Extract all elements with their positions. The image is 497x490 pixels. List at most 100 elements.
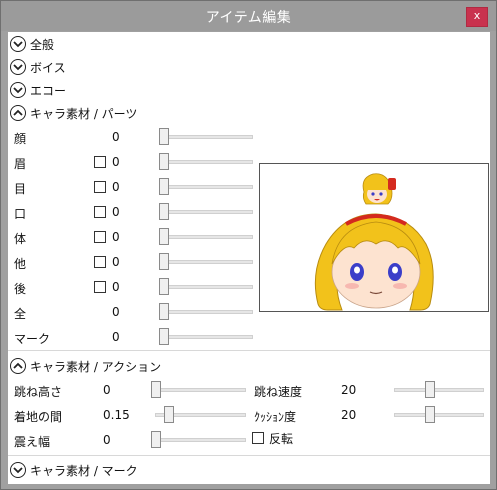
jump-height-value: 0 [103,383,111,397]
landing-label: 着地の間 [14,410,63,424]
part-row-all: 全 0 [8,303,258,325]
cushion-slider-track[interactable] [394,413,484,417]
jump-height-label: 跳ね高さ [14,385,63,399]
part-label: 全 [14,307,27,321]
part-value: 0 [112,205,120,219]
part-slider-track[interactable] [161,235,253,239]
section-parts-label: キャラ素材 / パーツ [30,107,138,121]
invert-row[interactable]: 反転 [252,429,372,451]
part-checkbox[interactable] [94,281,106,293]
section-action-label: キャラ素材 / アクション [30,360,162,374]
item-edit-window: アイテム編集 x 全般 ボイス エコー キャラ素材 / パーツ 顔 0 眉 0 … [0,0,497,490]
part-row-other: 他 0 [8,253,258,275]
part-value: 0 [112,255,120,269]
part-slider-thumb[interactable] [159,128,169,145]
part-slider-track[interactable] [161,260,253,264]
cushion-value: 20 [341,408,357,422]
part-slider-thumb[interactable] [159,178,169,195]
part-checkbox[interactable] [94,156,106,168]
section-divider [8,455,490,456]
landing-value: 0.15 [103,408,130,422]
character-preview [259,163,489,312]
cushion-row: ｸｯｼｮﾝ度 20 [252,406,488,428]
part-slider-thumb[interactable] [159,278,169,295]
part-slider-track[interactable] [161,310,253,314]
part-value: 0 [112,155,120,169]
chevron-down-icon[interactable] [10,462,26,478]
cushion-slider-thumb[interactable] [425,406,435,423]
part-label: 後 [14,282,27,296]
chevron-down-icon[interactable] [10,59,26,75]
jump-speed-slider-track[interactable] [394,388,484,392]
part-label: 体 [14,232,27,246]
part-value: 0 [112,230,120,244]
chevron-up-icon[interactable] [10,105,26,121]
shake-label: 震え幅 [14,435,51,449]
section-voice-label: ボイス [30,61,66,75]
part-row-eyebrows: 眉 0 [8,153,258,175]
part-slider-track[interactable] [161,335,253,339]
invert-label: 反転 [269,432,294,446]
shake-value: 0 [103,433,111,447]
shake-row: 震え幅 0 [8,431,258,453]
section-general-label: 全般 [30,38,55,52]
cushion-label: ｸｯｼｮﾝ度 [254,410,297,424]
part-slider-thumb[interactable] [159,228,169,245]
landing-row: 着地の間 0.15 [8,406,258,428]
part-slider-track[interactable] [161,285,253,289]
chevron-down-icon[interactable] [10,36,26,52]
part-slider-track[interactable] [161,185,253,189]
close-button[interactable]: x [466,7,488,27]
part-slider-track[interactable] [161,135,253,139]
shake-slider-track[interactable] [151,438,246,442]
part-value: 0 [112,130,120,144]
character-image [314,173,434,311]
part-slider-thumb[interactable] [159,253,169,270]
jump-speed-row: 跳ね速度 20 [252,381,488,403]
section-echo-label: エコー [30,84,67,98]
part-checkbox[interactable] [94,181,106,193]
title-bar[interactable]: アイテム編集 x [1,1,496,31]
chevron-down-icon[interactable] [10,82,26,98]
part-value: 0 [112,305,120,319]
part-row-body: 体 0 [8,228,258,250]
part-checkbox[interactable] [94,231,106,243]
section-mark-label: キャラ素材 / マーク [30,464,138,478]
part-row-mark: マーク 0 [8,328,258,350]
part-slider-thumb[interactable] [159,303,169,320]
invert-checkbox[interactable] [252,432,264,444]
part-slider-thumb[interactable] [159,153,169,170]
landing-slider-thumb[interactable] [164,406,174,423]
jump-height-slider-track[interactable] [151,388,246,392]
part-value: 0 [112,280,120,294]
window-title: アイテム編集 [205,10,292,26]
part-slider-thumb[interactable] [159,203,169,220]
main-character [314,213,434,311]
part-value: 0 [112,330,120,344]
part-label: 口 [14,207,27,221]
part-slider-track[interactable] [161,210,253,214]
part-checkbox[interactable] [94,256,106,268]
part-value: 0 [112,180,120,194]
jump-speed-label: 跳ね速度 [254,385,303,399]
part-slider-track[interactable] [161,160,253,164]
jump-height-row: 跳ね高さ 0 [8,381,258,403]
part-row-eyes: 目 0 [8,178,258,200]
mini-character [362,173,396,205]
part-checkbox[interactable] [94,206,106,218]
jump-speed-slider-thumb[interactable] [425,381,435,398]
section-divider [8,350,490,351]
part-label: 目 [14,182,27,196]
jump-speed-value: 20 [341,383,357,397]
part-label: 顔 [14,132,27,146]
shake-slider-thumb[interactable] [151,431,161,448]
part-label: 眉 [14,157,27,171]
chevron-up-icon[interactable] [10,358,26,374]
part-label: マーク [14,332,51,346]
part-row-back: 後 0 [8,278,258,300]
jump-height-slider-thumb[interactable] [151,381,161,398]
part-label: 他 [14,257,27,271]
part-slider-thumb[interactable] [159,328,169,345]
content-panel: 全般 ボイス エコー キャラ素材 / パーツ 顔 0 眉 0 目 0 口 0 体… [8,32,490,484]
part-row-mouth: 口 0 [8,203,258,225]
